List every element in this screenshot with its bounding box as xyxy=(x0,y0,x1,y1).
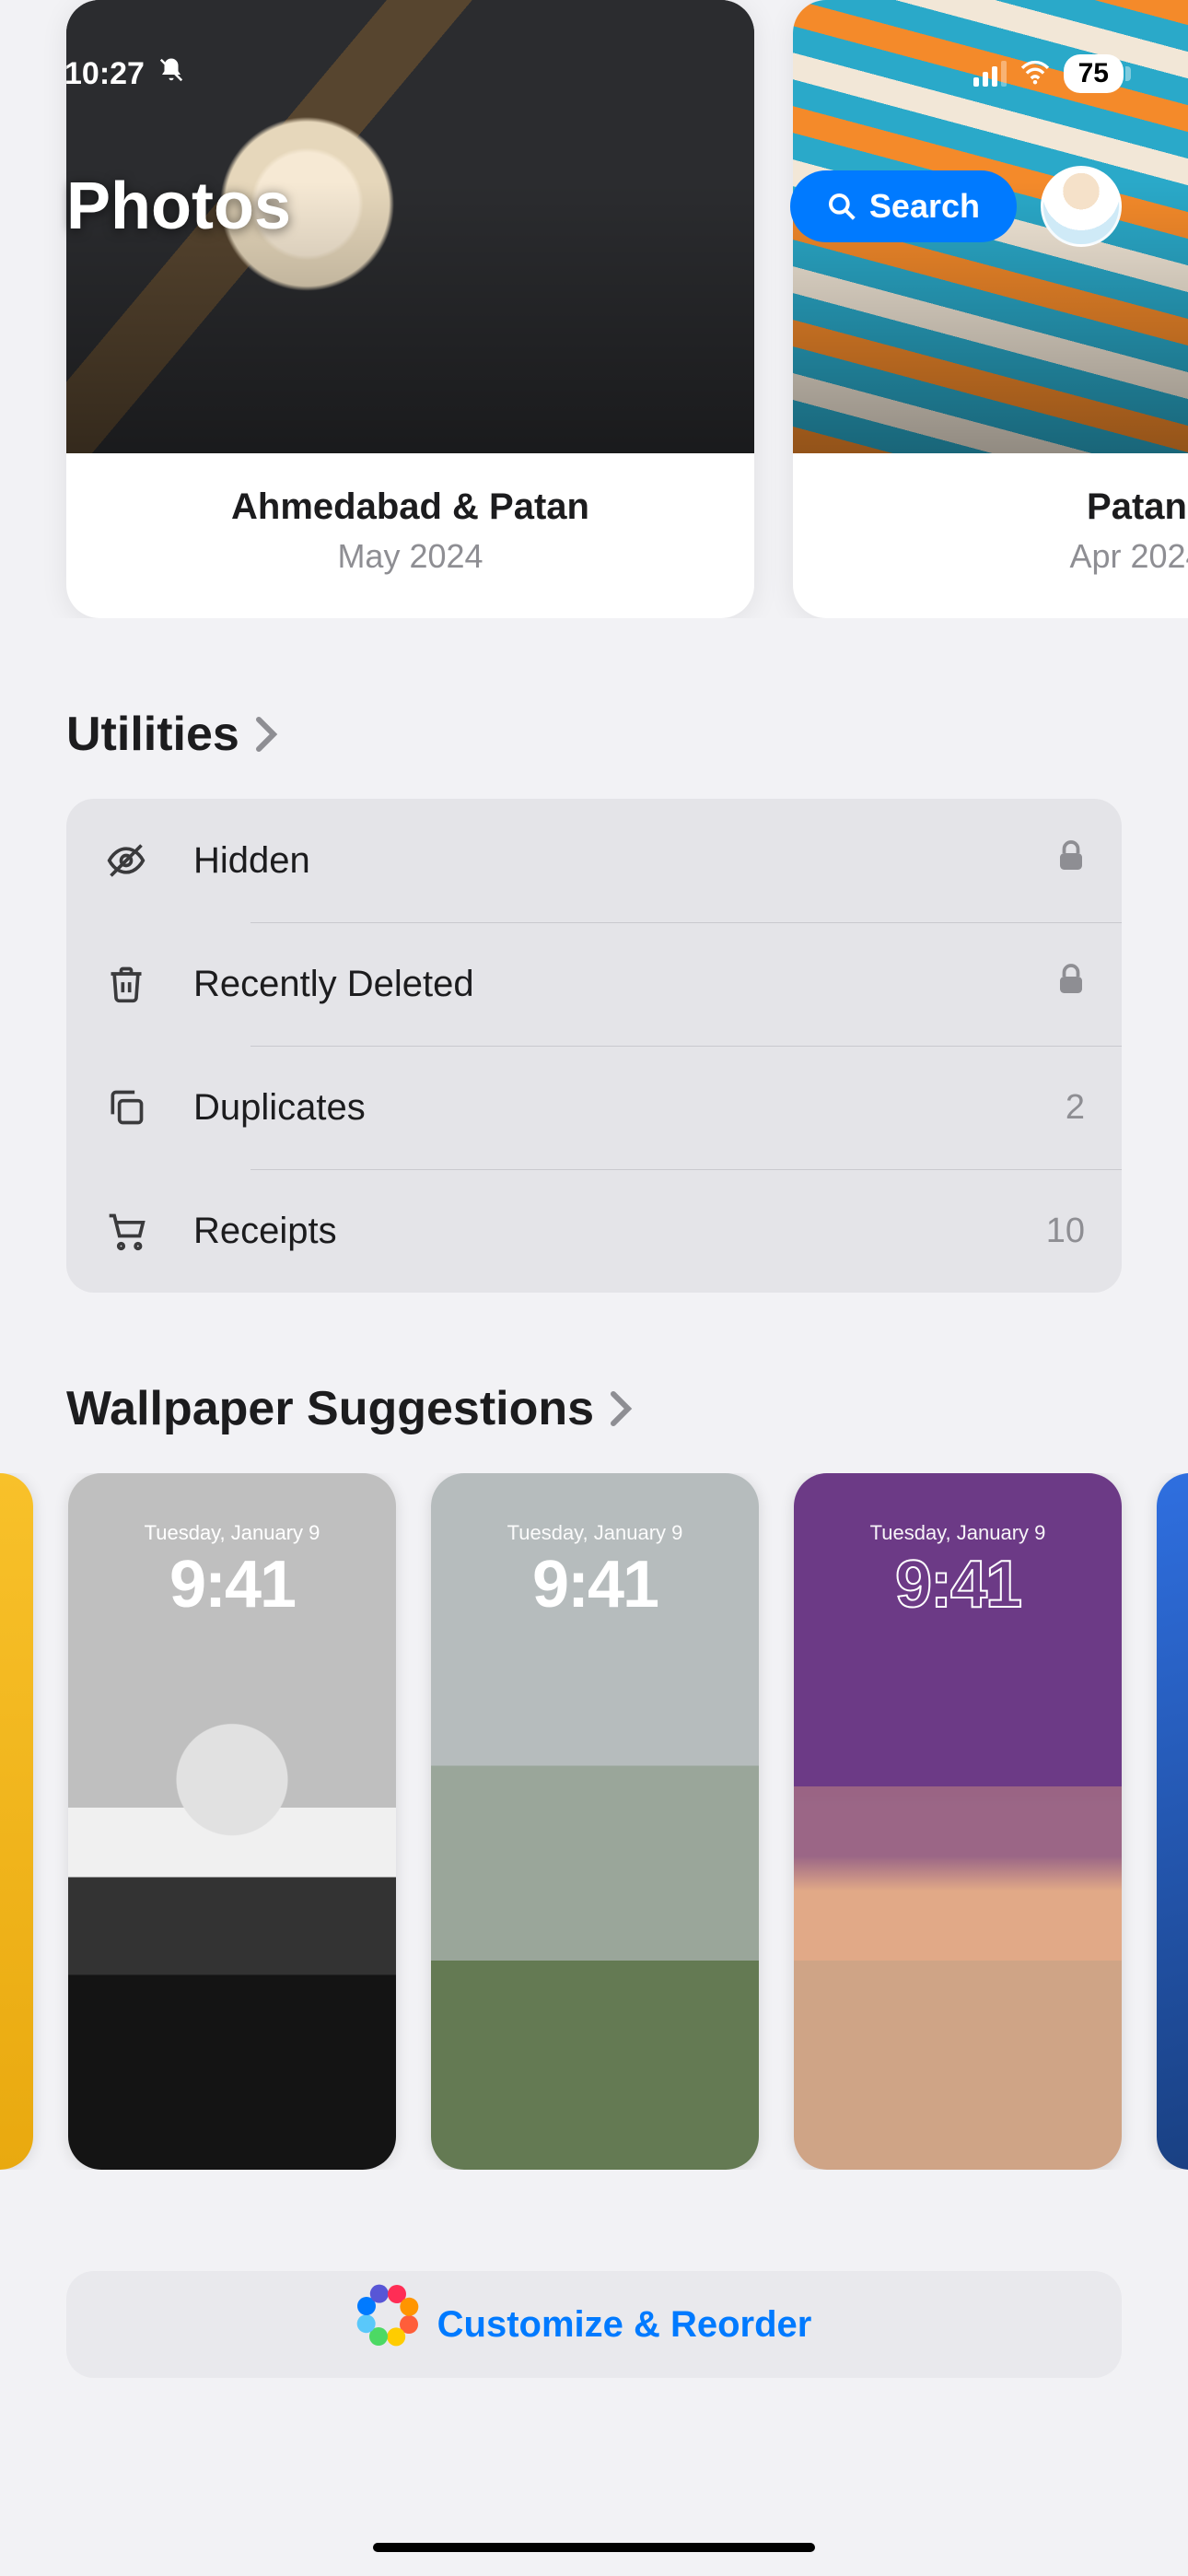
chevron-right-icon xyxy=(252,716,280,753)
status-left: 10:27 xyxy=(64,56,185,92)
app-title: Photos xyxy=(66,169,291,244)
wallpaper-row[interactable]: Tuesday, January 99:41 Tuesday, January … xyxy=(0,1473,1188,2170)
memory-title: Patan xyxy=(815,486,1188,528)
utility-label: Recently Deleted xyxy=(193,964,1057,1005)
search-button[interactable]: Search xyxy=(790,170,1017,242)
memory-title: Ahmedabad & Patan xyxy=(88,486,732,528)
customize-label: Customize & Reorder xyxy=(437,2304,812,2346)
wallpaper-time: 9:41 xyxy=(794,1547,1122,1622)
battery-indicator: 75 xyxy=(1064,54,1124,93)
wallpaper-date: Tuesday, January 9 xyxy=(68,1521,396,1545)
wallpaper-card[interactable] xyxy=(0,1473,33,2170)
profile-avatar[interactable] xyxy=(1041,166,1122,247)
utility-row-receipts[interactable]: Receipts 10 xyxy=(66,1169,1122,1293)
wallpaper-card[interactable]: Tuesday, January 99:41 xyxy=(431,1473,759,2170)
trash-icon xyxy=(103,964,149,1004)
wifi-icon xyxy=(1019,59,1051,89)
wallpaper-date: Tuesday, January 9 xyxy=(794,1521,1122,1545)
header: Photos Search xyxy=(0,166,1188,247)
wallpaper-date: Tuesday, January 9 xyxy=(431,1521,759,1545)
wallpaper-time: 9:41 xyxy=(431,1547,759,1622)
utility-count: 2 xyxy=(1066,1088,1085,1128)
wallpaper-time: 9:41 xyxy=(68,1547,396,1622)
memory-subtitle: May 2024 xyxy=(88,537,732,576)
duplicate-icon xyxy=(103,1087,149,1128)
cellular-icon xyxy=(973,61,1007,87)
wallpaper-card[interactable] xyxy=(1157,1473,1188,2170)
eye-slash-icon xyxy=(103,840,149,881)
photos-flower-icon xyxy=(377,2304,417,2345)
status-right: 75 xyxy=(973,54,1124,93)
utilities-header[interactable]: Utilities xyxy=(0,707,1188,762)
utility-count: 10 xyxy=(1046,1212,1085,1251)
lock-icon xyxy=(1057,839,1085,882)
utility-label: Duplicates xyxy=(193,1087,1066,1129)
utilities-list: Hidden Recently Deleted Duplicates 2 Rec… xyxy=(66,799,1122,1293)
utility-row-recently-deleted[interactable]: Recently Deleted xyxy=(66,922,1122,1046)
utility-label: Receipts xyxy=(193,1211,1046,1252)
search-label: Search xyxy=(869,187,980,226)
wallpaper-header[interactable]: Wallpaper Suggestions xyxy=(0,1381,1188,1436)
utility-row-hidden[interactable]: Hidden xyxy=(66,799,1122,922)
utility-row-duplicates[interactable]: Duplicates 2 xyxy=(66,1046,1122,1169)
memory-subtitle: Apr 2024 xyxy=(815,537,1188,576)
utilities-title: Utilities xyxy=(66,707,239,762)
wallpaper-title: Wallpaper Suggestions xyxy=(66,1381,594,1436)
chevron-right-icon xyxy=(607,1390,635,1427)
wallpaper-card[interactable]: Tuesday, January 99:41 xyxy=(794,1473,1122,2170)
status-time: 10:27 xyxy=(64,56,145,92)
wallpaper-card[interactable]: Tuesday, January 99:41 xyxy=(68,1473,396,2170)
dnd-icon xyxy=(157,56,185,92)
home-indicator[interactable] xyxy=(373,2543,815,2552)
status-bar: 10:27 75 xyxy=(0,0,1188,147)
lock-icon xyxy=(1057,963,1085,1005)
utility-label: Hidden xyxy=(193,840,1057,882)
customize-reorder-button[interactable]: Customize & Reorder xyxy=(66,2271,1122,2378)
cart-icon xyxy=(103,1211,149,1251)
